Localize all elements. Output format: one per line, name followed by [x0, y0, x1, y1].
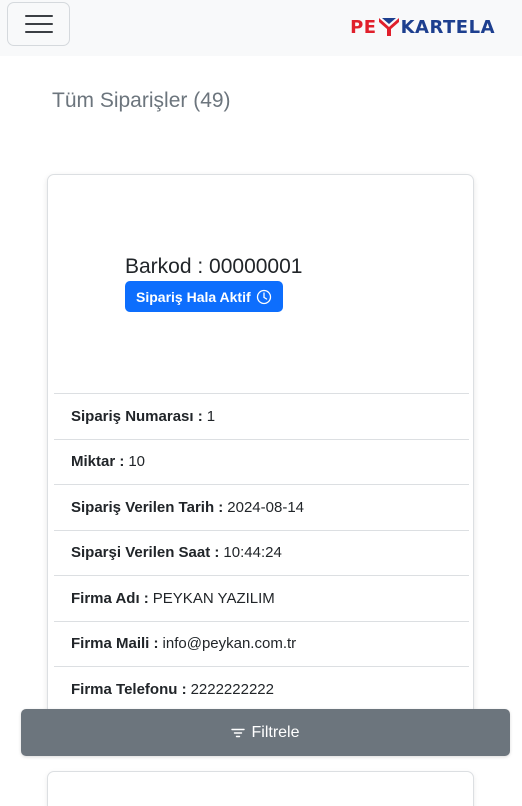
field-label: Siparşi Verilen Saat :	[71, 544, 220, 562]
status-badge: Sipariş Hala Aktif	[125, 281, 283, 312]
barcode-text: Barkod : 00000001	[125, 255, 303, 278]
logo-y-mark-icon	[378, 18, 399, 36]
order-card-header: Barkod : 00000001 Sipariş Hala Aktif	[48, 175, 473, 393]
field-label: Sipariş Verilen Tarih :	[71, 498, 224, 516]
order-field-saat: Siparşi Verilen Saat :10:44:24	[54, 531, 469, 576]
field-label: Firma Maili :	[71, 635, 159, 653]
field-label: Firma Adı :	[71, 589, 149, 607]
field-value: PEYKAN YAZILIM	[152, 589, 275, 607]
field-value: 1	[206, 407, 216, 425]
status-label: Sipariş Hala Aktif	[136, 288, 251, 305]
page-title: Tüm Siparişler (49)	[52, 89, 231, 112]
field-label: Firma Telefonu :	[71, 680, 187, 698]
order-field-miktar: Miktar :10	[54, 440, 469, 485]
clock-icon	[256, 289, 271, 304]
order-card: Barkod : 00000001 Sipariş Hala Aktif Sip…	[47, 174, 474, 734]
field-value: 10	[128, 453, 146, 471]
field-value: info@peykan.com.tr	[162, 635, 297, 653]
order-field-firma-maili: Firma Maili : info@peykan.com.tr	[54, 622, 469, 667]
logo-text-right: KARTELA	[400, 16, 495, 38]
filter-button-label: Filtrele	[251, 723, 300, 741]
logo-text-left: PE	[350, 16, 377, 38]
hamburger-line	[24, 15, 53, 17]
hamburger-line	[24, 31, 53, 33]
filter-button[interactable]: Filtrele	[21, 709, 510, 756]
order-field-firma-telefonu: Firma Telefonu :2222222222	[54, 667, 469, 713]
hamburger-menu-button[interactable]	[7, 2, 70, 46]
brand-logo[interactable]: PE KARTELA	[350, 14, 495, 40]
top-navbar: PE KARTELA	[0, 0, 522, 56]
order-card-next	[47, 771, 474, 806]
field-value: 2024-08-14	[227, 498, 305, 516]
order-info-list: Sipariş Numarası :1 Miktar :10 Sipariş V…	[54, 393, 469, 713]
field-value: 2222222222	[190, 680, 274, 698]
order-field-firma-adi: Firma Adı : PEYKAN YAZILIM	[54, 576, 469, 622]
field-value: 10:44:24	[223, 544, 282, 562]
hamburger-line	[24, 23, 53, 25]
order-field-tarih: Sipariş Verilen Tarih :2024-08-14	[54, 485, 469, 531]
field-label: Miktar :	[71, 453, 125, 471]
field-label: Sipariş Numarası :	[71, 407, 203, 425]
order-field-siparis-numarasi: Sipariş Numarası :1	[54, 394, 469, 440]
filter-icon	[231, 728, 246, 737]
